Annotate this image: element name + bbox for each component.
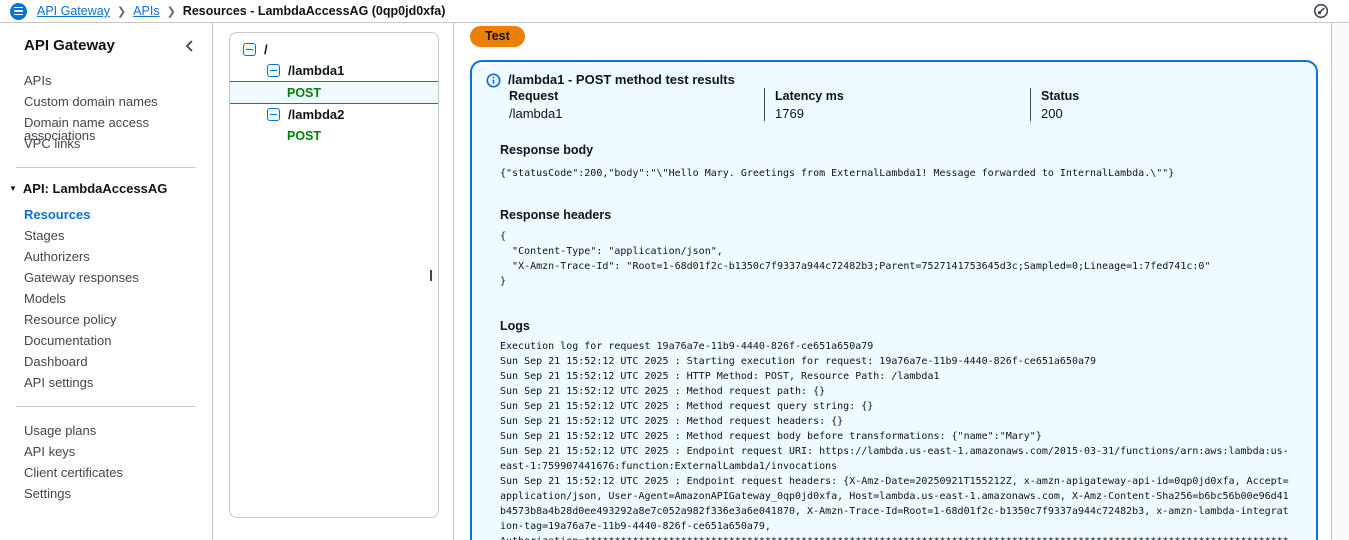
collapse-toggle-icon[interactable]	[267, 64, 280, 77]
request-label: Request	[509, 89, 559, 103]
test-results-title: /lambda1 - POST method test results	[508, 72, 735, 87]
sidebar-item-authorizers[interactable]: Authorizers	[0, 246, 212, 267]
sidebar-item-domain-name-access-associations[interactable]: Domain name access associations	[0, 112, 212, 142]
logs-label: Logs	[500, 319, 530, 333]
sidebar-item-gateway-responses[interactable]: Gateway responses	[0, 267, 212, 288]
resource-path-label: /	[264, 42, 268, 57]
sidebar-divider	[16, 406, 196, 407]
tree-scrollbar-thumb[interactable]	[430, 270, 432, 281]
resource-path-label: /lambda2	[288, 107, 345, 122]
tree-row-lambda1-post[interactable]: POST	[230, 81, 438, 104]
breadcrumb-link-api-gateway[interactable]: API Gateway	[37, 4, 110, 18]
method-label: POST	[287, 85, 322, 100]
info-icon	[486, 73, 501, 88]
response-headers-content: { "Content-Type": "application/json", "X…	[500, 231, 1211, 287]
sidebar-item-apis[interactable]: APIs	[0, 70, 212, 91]
sidebar-item-documentation[interactable]: Documentation	[0, 330, 212, 351]
breadcrumb-separator-icon: ❯	[166, 5, 176, 18]
test-button[interactable]: Test	[470, 26, 525, 47]
sidebar-item-usage-plans[interactable]: Usage plans	[0, 420, 212, 441]
sidebar-item-api-settings[interactable]: API settings	[0, 372, 212, 393]
sidebar-item-resource-policy[interactable]: Resource policy	[0, 309, 212, 330]
sidebar-title: API Gateway	[24, 37, 115, 54]
vertical-scrollbar[interactable]	[1331, 23, 1349, 540]
sidebar-item-client-certificates[interactable]: Client certificates	[0, 462, 212, 483]
response-headers-label: Response headers	[500, 208, 612, 222]
method-label: POST	[287, 128, 322, 143]
sidebar-divider	[16, 167, 196, 168]
sidebar-item-vpc-links[interactable]: VPC links	[0, 133, 212, 154]
breadcrumb-link-apis[interactable]: APIs	[133, 4, 159, 18]
test-results-flash: /lambda1 - POST method test results Requ…	[470, 60, 1318, 540]
resources-tree-card: / /lambda1 POST /lambda2 POST	[229, 32, 439, 518]
tree-row-lambda2[interactable]: /lambda2	[230, 104, 438, 125]
collapse-toggle-icon[interactable]	[267, 108, 280, 121]
sidebar-section-label: API: LambdaAccessAG	[22, 181, 168, 196]
latency-label: Latency ms	[775, 89, 844, 103]
status-value: 200	[1041, 106, 1063, 121]
collapse-toggle-icon[interactable]	[243, 43, 256, 56]
response-body-label: Response body	[500, 143, 594, 157]
breadcrumb-separator-icon: ❯	[116, 5, 127, 18]
sidebar-item-stages[interactable]: Stages	[0, 225, 212, 246]
status-label: Status	[1041, 89, 1080, 103]
sidebar-section-api-lambdaaccessag[interactable]: ▼ API: LambdaAccessAG	[0, 181, 212, 196]
sidebar-item-resources[interactable]: Resources	[0, 204, 212, 225]
test-results-panel: Test /lambda1 - POST method test results…	[454, 23, 1330, 540]
side-navigation: API Gateway APIs Custom domain names Dom…	[0, 23, 213, 540]
tree-row-root[interactable]: /	[230, 39, 438, 60]
sidebar-collapse-icon[interactable]	[184, 39, 196, 53]
breadcrumb-bar: API Gateway ❯ APIs ❯ Resources - LambdaA…	[0, 0, 1349, 23]
hamburger-menu-icon[interactable]	[10, 2, 27, 20]
resources-tree-panel: / /lambda1 POST /lambda2 POST	[213, 23, 454, 540]
breadcrumb-current-page: Resources - LambdaAccessAG (0qp0jd0xfa)	[182, 4, 446, 18]
test-results-stats: Request /lambda1 Latency ms 1769 Status …	[509, 88, 1302, 121]
settings-icon[interactable]	[1313, 3, 1329, 19]
request-value: /lambda1	[509, 106, 563, 121]
sidebar-item-dashboard[interactable]: Dashboard	[0, 351, 212, 372]
sidebar-item-models[interactable]: Models	[0, 288, 212, 309]
resource-path-label: /lambda1	[288, 63, 345, 78]
sidebar-item-settings[interactable]: Settings	[0, 483, 212, 504]
response-body-content: {"statusCode":200,"body":"\"Hello Mary. …	[500, 168, 1175, 179]
sidebar-item-custom-domain-names[interactable]: Custom domain names	[0, 91, 212, 112]
tree-row-lambda2-post[interactable]: POST	[230, 125, 438, 146]
sidebar-item-api-keys[interactable]: API keys	[0, 441, 212, 462]
latency-value: 1769	[775, 106, 804, 121]
tree-row-lambda1[interactable]: /lambda1	[230, 60, 438, 81]
caret-down-icon: ▼	[9, 184, 17, 193]
logs-content: Execution log for request 19a76a7e-11b9-…	[500, 341, 1289, 540]
